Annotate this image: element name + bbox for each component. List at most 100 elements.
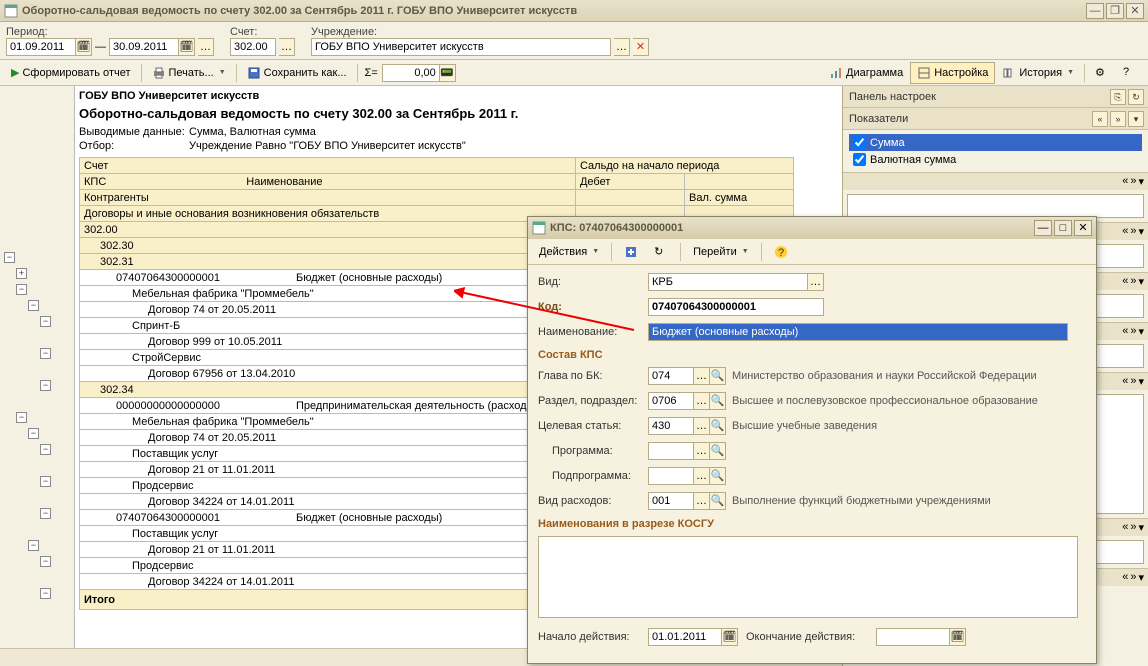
collapsed-nav-3r[interactable]: » (1130, 275, 1136, 288)
run-report-button[interactable]: ▶ Сформировать отчет (4, 62, 138, 84)
section-nav-right[interactable]: » (1110, 111, 1126, 127)
target-search-button[interactable]: 🔍 (710, 417, 726, 435)
collapsed-nav-2l[interactable]: « (1122, 225, 1128, 238)
tree-expand-button[interactable]: − (28, 428, 39, 439)
minimize-button[interactable]: — (1086, 3, 1104, 19)
collapsed-nav-6l[interactable]: « (1122, 521, 1128, 534)
collapsed-nav-7l[interactable]: « (1122, 571, 1128, 584)
tree-expand-button[interactable]: − (40, 588, 51, 599)
tree-expand-button[interactable]: − (28, 540, 39, 551)
tree-expand-button[interactable]: − (40, 508, 51, 519)
period-more-button[interactable]: … (198, 38, 214, 56)
subprogram-input[interactable] (648, 467, 694, 485)
end-calendar-button[interactable]: 🗓 (950, 628, 966, 646)
dialog-minimize-button[interactable]: — (1034, 220, 1052, 236)
dialog-refresh-button[interactable]: ↻ (647, 241, 675, 263)
tree-expand-button[interactable]: − (40, 444, 51, 455)
section-dropdown[interactable]: ▾ (1128, 111, 1144, 127)
collapsed-nav-4r[interactable]: » (1130, 325, 1136, 338)
tree-expand-button[interactable]: − (40, 316, 51, 327)
collapsed-nav-1r[interactable]: » (1130, 175, 1136, 188)
tree-expand-button[interactable]: − (28, 300, 39, 311)
collapsed-nav-7r[interactable]: » (1130, 571, 1136, 584)
target-input[interactable] (648, 417, 694, 435)
target-select-button[interactable]: … (694, 417, 710, 435)
indicator-currency-checkbox[interactable] (853, 153, 866, 166)
collapsed-nav-5r[interactable]: » (1130, 375, 1136, 388)
indicator-currency-row[interactable]: Валютная сумма (849, 151, 1142, 168)
dialog-help-button[interactable]: ? (767, 241, 795, 263)
glava-search-button[interactable]: 🔍 (710, 367, 726, 385)
collapsed-dd-7[interactable]: ▾ (1138, 571, 1144, 584)
tree-expand-button[interactable]: + (16, 268, 27, 279)
glava-input[interactable] (648, 367, 694, 385)
subprogram-search-button[interactable]: 🔍 (710, 467, 726, 485)
expense-search-button[interactable]: 🔍 (710, 492, 726, 510)
collapsed-nav-4l[interactable]: « (1122, 325, 1128, 338)
tree-expand-button[interactable]: − (16, 412, 27, 423)
tree-expand-button[interactable]: − (40, 380, 51, 391)
kosgu-listbox[interactable] (538, 536, 1078, 618)
sum-value-field[interactable] (382, 64, 440, 82)
history-button[interactable]: История ▼ (995, 62, 1081, 84)
sum-calc-button[interactable]: 📟 (440, 64, 456, 82)
section-nav-left[interactable]: « (1092, 111, 1108, 127)
glava-select-button[interactable]: … (694, 367, 710, 385)
razdel-input[interactable] (648, 392, 694, 410)
panel-btn-2[interactable]: ↻ (1128, 89, 1144, 105)
program-input[interactable] (648, 442, 694, 460)
collapsed-dd-1[interactable]: ▾ (1138, 175, 1144, 188)
collapsed-nav-6r[interactable]: » (1130, 521, 1136, 534)
dialog-maximize-button[interactable]: □ (1054, 220, 1072, 236)
dialog-goto-button[interactable]: Перейти▼ (686, 241, 756, 263)
extra-button-1[interactable]: ⚙ (1088, 62, 1116, 84)
date-from-calendar-icon[interactable]: 🗓 (76, 38, 92, 56)
account-input[interactable] (230, 38, 276, 56)
dialog-save-button[interactable] (617, 241, 645, 263)
save-button[interactable]: Сохранить как... (240, 62, 354, 84)
date-to-input[interactable] (109, 38, 179, 56)
date-to-calendar-icon[interactable]: 🗓 (179, 38, 195, 56)
tree-expand-button[interactable]: − (4, 252, 15, 263)
kind-input[interactable] (648, 273, 808, 291)
razdel-select-button[interactable]: … (694, 392, 710, 410)
dialog-close-button[interactable]: ✕ (1074, 220, 1092, 236)
expense-select-button[interactable]: … (694, 492, 710, 510)
indicator-sum-checkbox[interactable] (853, 136, 866, 149)
subprogram-select-button[interactable]: … (694, 467, 710, 485)
account-dropdown-button[interactable]: … (279, 38, 295, 56)
tree-expand-button[interactable]: − (40, 348, 51, 359)
extra-button-2[interactable]: ? (1116, 62, 1144, 84)
collapsed-nav-3l[interactable]: « (1122, 275, 1128, 288)
collapsed-nav-2r[interactable]: » (1130, 225, 1136, 238)
print-button[interactable]: Печать... ▼ (145, 62, 233, 84)
start-input[interactable] (648, 628, 722, 646)
institution-dropdown-button[interactable]: … (614, 38, 630, 56)
razdel-search-button[interactable]: 🔍 (710, 392, 726, 410)
collapsed-dd-3[interactable]: ▾ (1138, 275, 1144, 288)
collapsed-dd-5[interactable]: ▾ (1138, 375, 1144, 388)
collapsed-nav-1l[interactable]: « (1122, 175, 1128, 188)
name-input[interactable] (648, 323, 1068, 341)
program-select-button[interactable]: … (694, 442, 710, 460)
chart-button[interactable]: Диаграмма (822, 62, 910, 84)
start-calendar-button[interactable]: 🗓 (722, 628, 738, 646)
indicator-sum-row[interactable]: Сумма (849, 134, 1142, 151)
tree-expand-button[interactable]: − (40, 476, 51, 487)
collapsed-nav-5l[interactable]: « (1122, 375, 1128, 388)
dialog-actions-button[interactable]: Действия▼ (532, 241, 606, 263)
expense-input[interactable] (648, 492, 694, 510)
collapsed-dd-6[interactable]: ▾ (1138, 521, 1144, 534)
maximize-button[interactable]: ❐ (1106, 3, 1124, 19)
code-input[interactable] (648, 298, 824, 316)
institution-clear-button[interactable]: ✕ (633, 38, 649, 56)
settings-button[interactable]: Настройка (910, 62, 995, 84)
institution-input[interactable] (311, 38, 611, 56)
program-search-button[interactable]: 🔍 (710, 442, 726, 460)
panel-btn-1[interactable]: ⎘ (1110, 89, 1126, 105)
tree-expand-button[interactable]: − (40, 556, 51, 567)
close-button[interactable]: ✕ (1126, 3, 1144, 19)
collapsed-dd-2[interactable]: ▾ (1138, 225, 1144, 238)
end-input[interactable] (876, 628, 950, 646)
collapsed-dd-4[interactable]: ▾ (1138, 325, 1144, 338)
